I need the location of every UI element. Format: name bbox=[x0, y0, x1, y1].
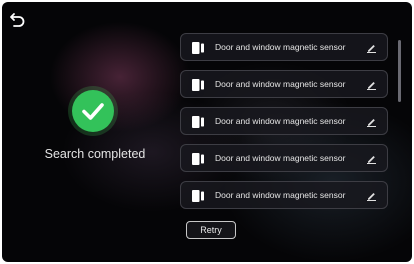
device-name: Door and window magnetic sensor bbox=[215, 190, 346, 200]
back-arrow-icon bbox=[10, 13, 25, 27]
back-button[interactable] bbox=[9, 11, 27, 29]
edit-icon[interactable] bbox=[366, 190, 377, 201]
door-sensor-icon bbox=[192, 116, 204, 128]
edit-icon[interactable] bbox=[366, 42, 377, 53]
list-scrollbar[interactable] bbox=[398, 40, 401, 102]
device-name: Door and window magnetic sensor bbox=[215, 42, 346, 52]
status-text: Search completed bbox=[44, 147, 146, 161]
success-circle bbox=[72, 90, 114, 132]
edit-icon[interactable] bbox=[366, 153, 377, 164]
retry-button[interactable]: Retry bbox=[186, 221, 236, 239]
device-item[interactable]: Door and window magnetic sensor bbox=[180, 107, 388, 135]
checkmark-icon bbox=[82, 103, 104, 120]
device-item[interactable]: Door and window magnetic sensor bbox=[180, 144, 388, 172]
door-sensor-icon bbox=[192, 42, 204, 54]
device-name: Door and window magnetic sensor bbox=[215, 79, 346, 89]
device-item[interactable]: Door and window magnetic sensor bbox=[180, 181, 388, 209]
edit-icon[interactable] bbox=[366, 116, 377, 127]
device-name: Door and window magnetic sensor bbox=[215, 153, 346, 163]
search-result-screen: Search completed Door and window magneti… bbox=[2, 2, 412, 262]
door-sensor-icon bbox=[192, 153, 204, 165]
success-indicator bbox=[68, 86, 118, 136]
edit-icon[interactable] bbox=[366, 79, 377, 90]
device-name: Door and window magnetic sensor bbox=[215, 116, 346, 126]
device-item[interactable]: Door and window magnetic sensor bbox=[180, 33, 388, 61]
device-item[interactable]: Door and window magnetic sensor bbox=[180, 70, 388, 98]
door-sensor-icon bbox=[192, 190, 204, 202]
door-sensor-icon bbox=[192, 79, 204, 91]
